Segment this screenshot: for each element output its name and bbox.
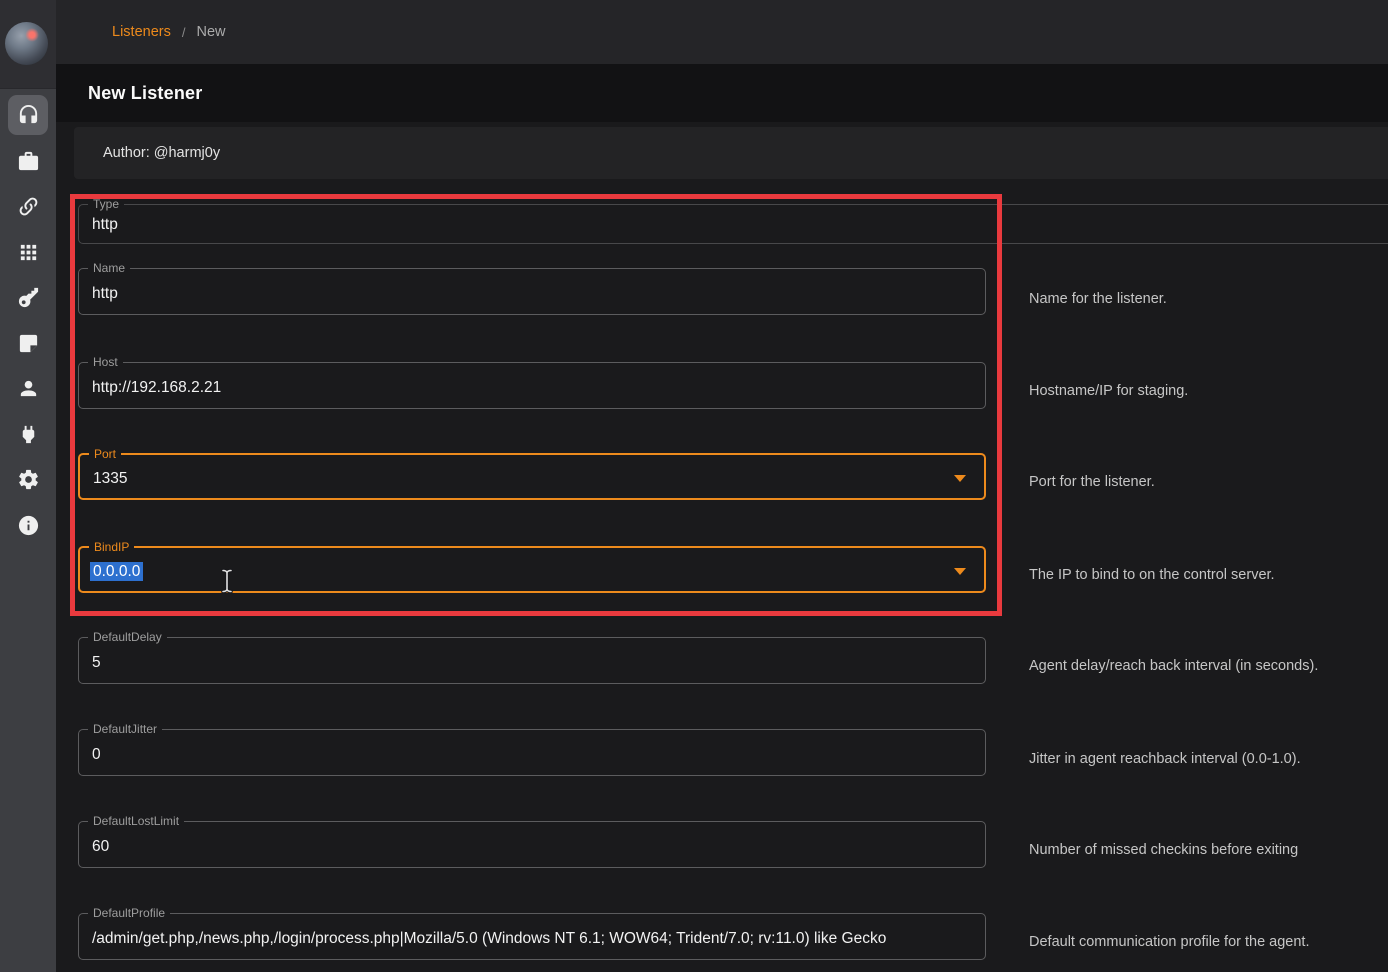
info-icon xyxy=(17,514,40,537)
defaultjitter-input[interactable]: DefaultJitter 0 xyxy=(78,729,986,776)
top-bar: Listeners / New xyxy=(56,0,1388,64)
port-value: 1335 xyxy=(93,470,127,488)
sidebar-item-stagers[interactable] xyxy=(8,141,48,181)
defaultprofile-value: /admin/get.php,/news.php,/login/process.… xyxy=(92,930,886,948)
name-label: Name xyxy=(88,261,130,276)
bindip-select[interactable]: BindIP 0.0.0.0 xyxy=(78,546,986,593)
page-title: New Listener xyxy=(88,64,202,122)
defaultprofile-description: Default communication profile for the ag… xyxy=(1029,934,1381,950)
breadcrumb-listeners-link[interactable]: Listeners xyxy=(112,24,171,40)
chevron-down-icon[interactable] xyxy=(954,475,966,482)
author-line: Author: @harmj0y xyxy=(103,127,220,179)
headset-icon xyxy=(17,104,40,127)
type-value: http xyxy=(92,216,118,234)
defaultjitter-label: DefaultJitter xyxy=(88,722,162,737)
note-icon xyxy=(17,332,40,355)
host-description: Hostname/IP for staging. xyxy=(1029,383,1381,399)
starkiller-logo xyxy=(5,22,48,65)
defaultlostlimit-value: 60 xyxy=(92,838,109,856)
host-input[interactable]: Host http://192.168.2.21 xyxy=(78,362,986,409)
defaultlostlimit-description: Number of missed checkins before exiting xyxy=(1029,842,1381,858)
sidebar-item-users[interactable] xyxy=(8,368,48,408)
plug-icon xyxy=(17,423,40,446)
sidebar-item-listeners[interactable] xyxy=(8,95,48,135)
bindip-description: The IP to bind to on the control server. xyxy=(1029,567,1381,583)
defaultjitter-description: Jitter in agent reachback interval (0.0-… xyxy=(1029,751,1381,767)
defaultprofile-input[interactable]: DefaultProfile /admin/get.php,/news.php,… xyxy=(78,913,986,960)
name-description: Name for the listener. xyxy=(1029,291,1381,307)
host-value: http://192.168.2.21 xyxy=(92,379,221,397)
link-icon xyxy=(17,195,40,218)
defaultjitter-value: 0 xyxy=(92,746,101,764)
defaultdelay-value: 5 xyxy=(92,654,101,672)
breadcrumb-current-page: New xyxy=(196,24,225,40)
sidebar-item-agents[interactable] xyxy=(8,186,48,226)
title-bar: New Listener xyxy=(56,64,1388,122)
logo-area xyxy=(0,0,56,89)
user-icon xyxy=(17,377,40,400)
gear-icon xyxy=(17,468,40,491)
defaultdelay-input[interactable]: DefaultDelay 5 xyxy=(78,637,986,684)
bindip-label: BindIP xyxy=(89,540,134,555)
port-description: Port for the listener. xyxy=(1029,474,1381,490)
host-label: Host xyxy=(88,355,123,370)
chevron-down-icon[interactable] xyxy=(954,568,966,575)
sidebar-item-reporting[interactable] xyxy=(8,323,48,363)
type-select[interactable]: Type http xyxy=(78,204,1388,244)
type-label: Type xyxy=(88,197,124,212)
sidebar-item-about[interactable] xyxy=(8,505,48,545)
starkiller-new-listener-window: Listeners / New New Listener xyxy=(0,0,1388,972)
name-value: http xyxy=(92,285,118,303)
sidebar-item-settings[interactable] xyxy=(8,459,48,499)
sidebar xyxy=(0,0,56,972)
briefcase-icon xyxy=(17,150,40,173)
defaultdelay-description: Agent delay/reach back interval (in seco… xyxy=(1029,658,1381,674)
defaultlostlimit-input[interactable]: DefaultLostLimit 60 xyxy=(78,821,986,868)
breadcrumb: Listeners / New xyxy=(112,0,225,64)
breadcrumb-separator: / xyxy=(182,25,186,40)
author-panel: Author: @harmj0y xyxy=(74,127,1388,179)
modules-grid-icon xyxy=(17,241,40,264)
name-input[interactable]: Name http xyxy=(78,268,986,315)
key-icon xyxy=(17,286,40,309)
defaultprofile-label: DefaultProfile xyxy=(88,906,170,921)
defaultlostlimit-label: DefaultLostLimit xyxy=(88,814,184,829)
sidebar-item-plugins[interactable] xyxy=(8,414,48,454)
port-select[interactable]: Port 1335 xyxy=(78,453,986,500)
bindip-value-selected-text: 0.0.0.0 xyxy=(90,562,143,581)
port-label: Port xyxy=(89,447,121,462)
defaultdelay-label: DefaultDelay xyxy=(88,630,167,645)
sidebar-item-credentials[interactable] xyxy=(8,277,48,317)
sidebar-item-modules[interactable] xyxy=(8,232,48,272)
